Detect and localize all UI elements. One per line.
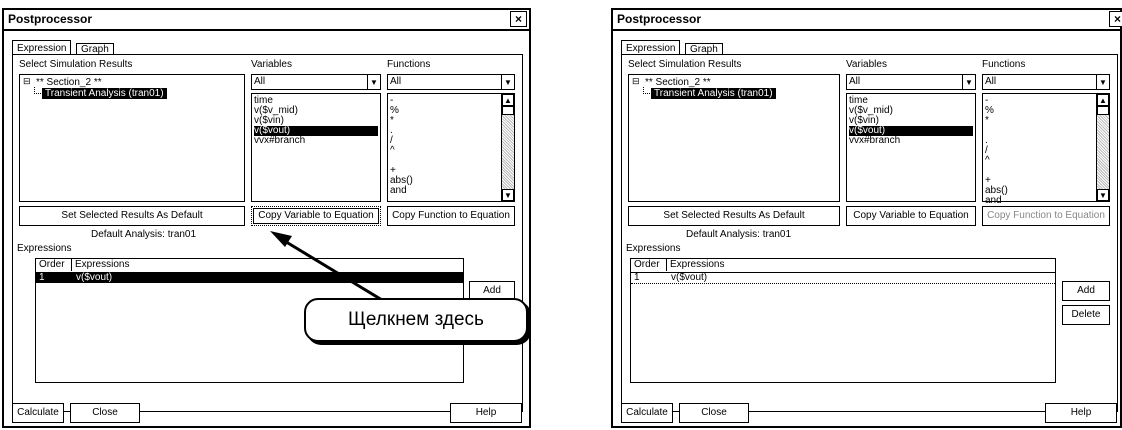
list-item[interactable]: vvx#branch xyxy=(849,136,973,146)
add-button-label: Add xyxy=(1077,285,1095,296)
title-bar: Postprocessor × xyxy=(613,10,1122,31)
list-item[interactable]: abs() xyxy=(985,186,1107,196)
variables-filter-select[interactable]: All ▼ xyxy=(846,74,976,90)
copy-variable-button-label: Copy Variable to Equation xyxy=(853,210,969,221)
copy-function-button[interactable]: Copy Function to Equation xyxy=(982,206,1110,226)
list-item[interactable]: and xyxy=(985,196,1107,206)
list-item[interactable]: % xyxy=(985,106,1107,116)
list-item[interactable] xyxy=(985,126,1107,136)
results-tree[interactable]: ⊟ ** Section_2 ** Transient Analysis (tr… xyxy=(628,74,840,202)
postprocessor-dialog-after: Postprocessor × Expression Graph Select … xyxy=(611,8,1122,428)
add-button[interactable]: Add xyxy=(1062,281,1110,301)
copy-variable-button[interactable]: Copy Variable to Equation xyxy=(846,206,976,226)
tree-analysis-node[interactable]: Transient Analysis (tran01) xyxy=(651,88,776,99)
variables-filter-value: All xyxy=(849,76,861,87)
row-order: 1 xyxy=(634,272,640,283)
calculate-button-label: Calculate xyxy=(626,407,668,418)
list-item[interactable]: - xyxy=(985,96,1107,106)
delete-button[interactable]: Delete xyxy=(1062,305,1110,325)
close-icon[interactable]: × xyxy=(1109,11,1122,27)
expressions-label: Expressions xyxy=(626,243,681,254)
expressions-table[interactable]: Order Expressions 1 v($vout) xyxy=(630,258,1056,383)
set-default-button-label: Set Selected Results As Default xyxy=(663,210,805,221)
callout-bubble: Щелкнем здесь xyxy=(304,298,528,342)
set-default-button[interactable]: Set Selected Results As Default xyxy=(628,206,840,226)
help-button[interactable]: Help xyxy=(1045,403,1117,423)
tab-expression[interactable]: Expression xyxy=(621,40,681,55)
functions-filter-select[interactable]: All ▼ xyxy=(982,74,1110,90)
functions-filter-value: All xyxy=(985,76,997,87)
expression-panel: Select Simulation Results Variables Func… xyxy=(621,54,1118,412)
functions-scrollbar[interactable]: ▲ ▼ xyxy=(1096,94,1109,201)
list-item[interactable]: ^ xyxy=(985,156,1107,166)
row-expression: v($vout) xyxy=(671,272,708,283)
calculate-button[interactable]: Calculate xyxy=(621,403,673,423)
chevron-down-icon[interactable]: ▼ xyxy=(1096,75,1109,89)
default-analysis-text: Default Analysis: tran01 xyxy=(686,229,792,240)
chevron-down-icon[interactable]: ▼ xyxy=(962,75,975,89)
close-button-label: Close xyxy=(701,407,727,418)
close-button[interactable]: Close xyxy=(679,403,749,423)
help-button-label: Help xyxy=(1070,407,1092,418)
delete-button-label: Delete xyxy=(1071,309,1101,320)
column-header-order[interactable]: Order xyxy=(631,259,667,271)
functions-label: Functions xyxy=(982,59,1026,70)
select-results-label: Select Simulation Results xyxy=(628,59,742,70)
dialog-title: Postprocessor xyxy=(617,12,702,26)
functions-list[interactable]: - % * . / ^ + abs() and ▲ ▼ xyxy=(982,93,1110,206)
tree-collapse-icon[interactable]: ⊟ xyxy=(632,76,640,87)
list-item[interactable]: * xyxy=(985,116,1107,126)
column-header-expressions[interactable]: Expressions xyxy=(667,259,1055,271)
variables-list[interactable]: time v($v_mid) v($vin) v($vout) vvx#bran… xyxy=(846,93,976,202)
tree-section-node[interactable]: ** Section_2 ** xyxy=(645,77,711,88)
callout-text: Щелкнем здесь xyxy=(348,309,484,330)
scroll-up-icon[interactable]: ▲ xyxy=(1097,94,1109,106)
tree-connector xyxy=(643,87,650,94)
scroll-thumb[interactable] xyxy=(1097,106,1109,115)
copy-function-button-label: Copy Function to Equation xyxy=(987,210,1105,221)
list-item[interactable]: / xyxy=(985,146,1107,156)
table-row[interactable]: 1 v($vout) xyxy=(631,272,1055,284)
arrow-line xyxy=(282,238,383,302)
table-header: Order Expressions xyxy=(631,259,1055,273)
list-item[interactable] xyxy=(985,166,1107,176)
scroll-down-icon[interactable]: ▼ xyxy=(1097,189,1109,201)
variables-label: Variables xyxy=(846,59,887,70)
list-item[interactable]: . xyxy=(985,136,1107,146)
